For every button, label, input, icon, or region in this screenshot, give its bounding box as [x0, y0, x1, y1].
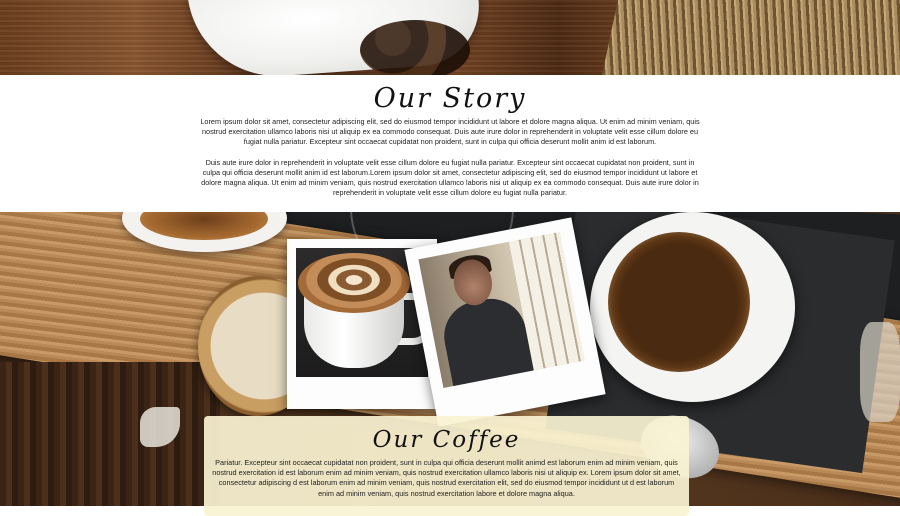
paint-chip [860, 322, 900, 422]
coffee-beans-image [360, 20, 470, 75]
our-story-paragraph: Lorem ipsum dolor sit amet, consectetur … [200, 117, 700, 147]
barista-image [418, 231, 585, 388]
polaroid-barista-photo [404, 217, 606, 427]
weathered-wood [0, 362, 220, 506]
our-coffee-section: Our Coffee Pariatur. Excepteur sint occa… [204, 416, 689, 516]
woven-mat-image [599, 0, 900, 75]
our-story-title: Our Story [373, 83, 527, 114]
our-coffee-title: Our Coffee [372, 427, 521, 453]
our-story-paragraph: Duis aute irure dolor in reprehenderit i… [201, 157, 699, 198]
our-story-section: Our Story Lorem ipsum dolor sit amet, co… [0, 75, 900, 213]
latte-art [298, 253, 410, 313]
our-coffee-paragraph: Pariatur. Excepteur sint occaecat cupida… [212, 458, 681, 498]
black-coffee-image [608, 232, 750, 372]
hero-banner-image [0, 0, 900, 75]
